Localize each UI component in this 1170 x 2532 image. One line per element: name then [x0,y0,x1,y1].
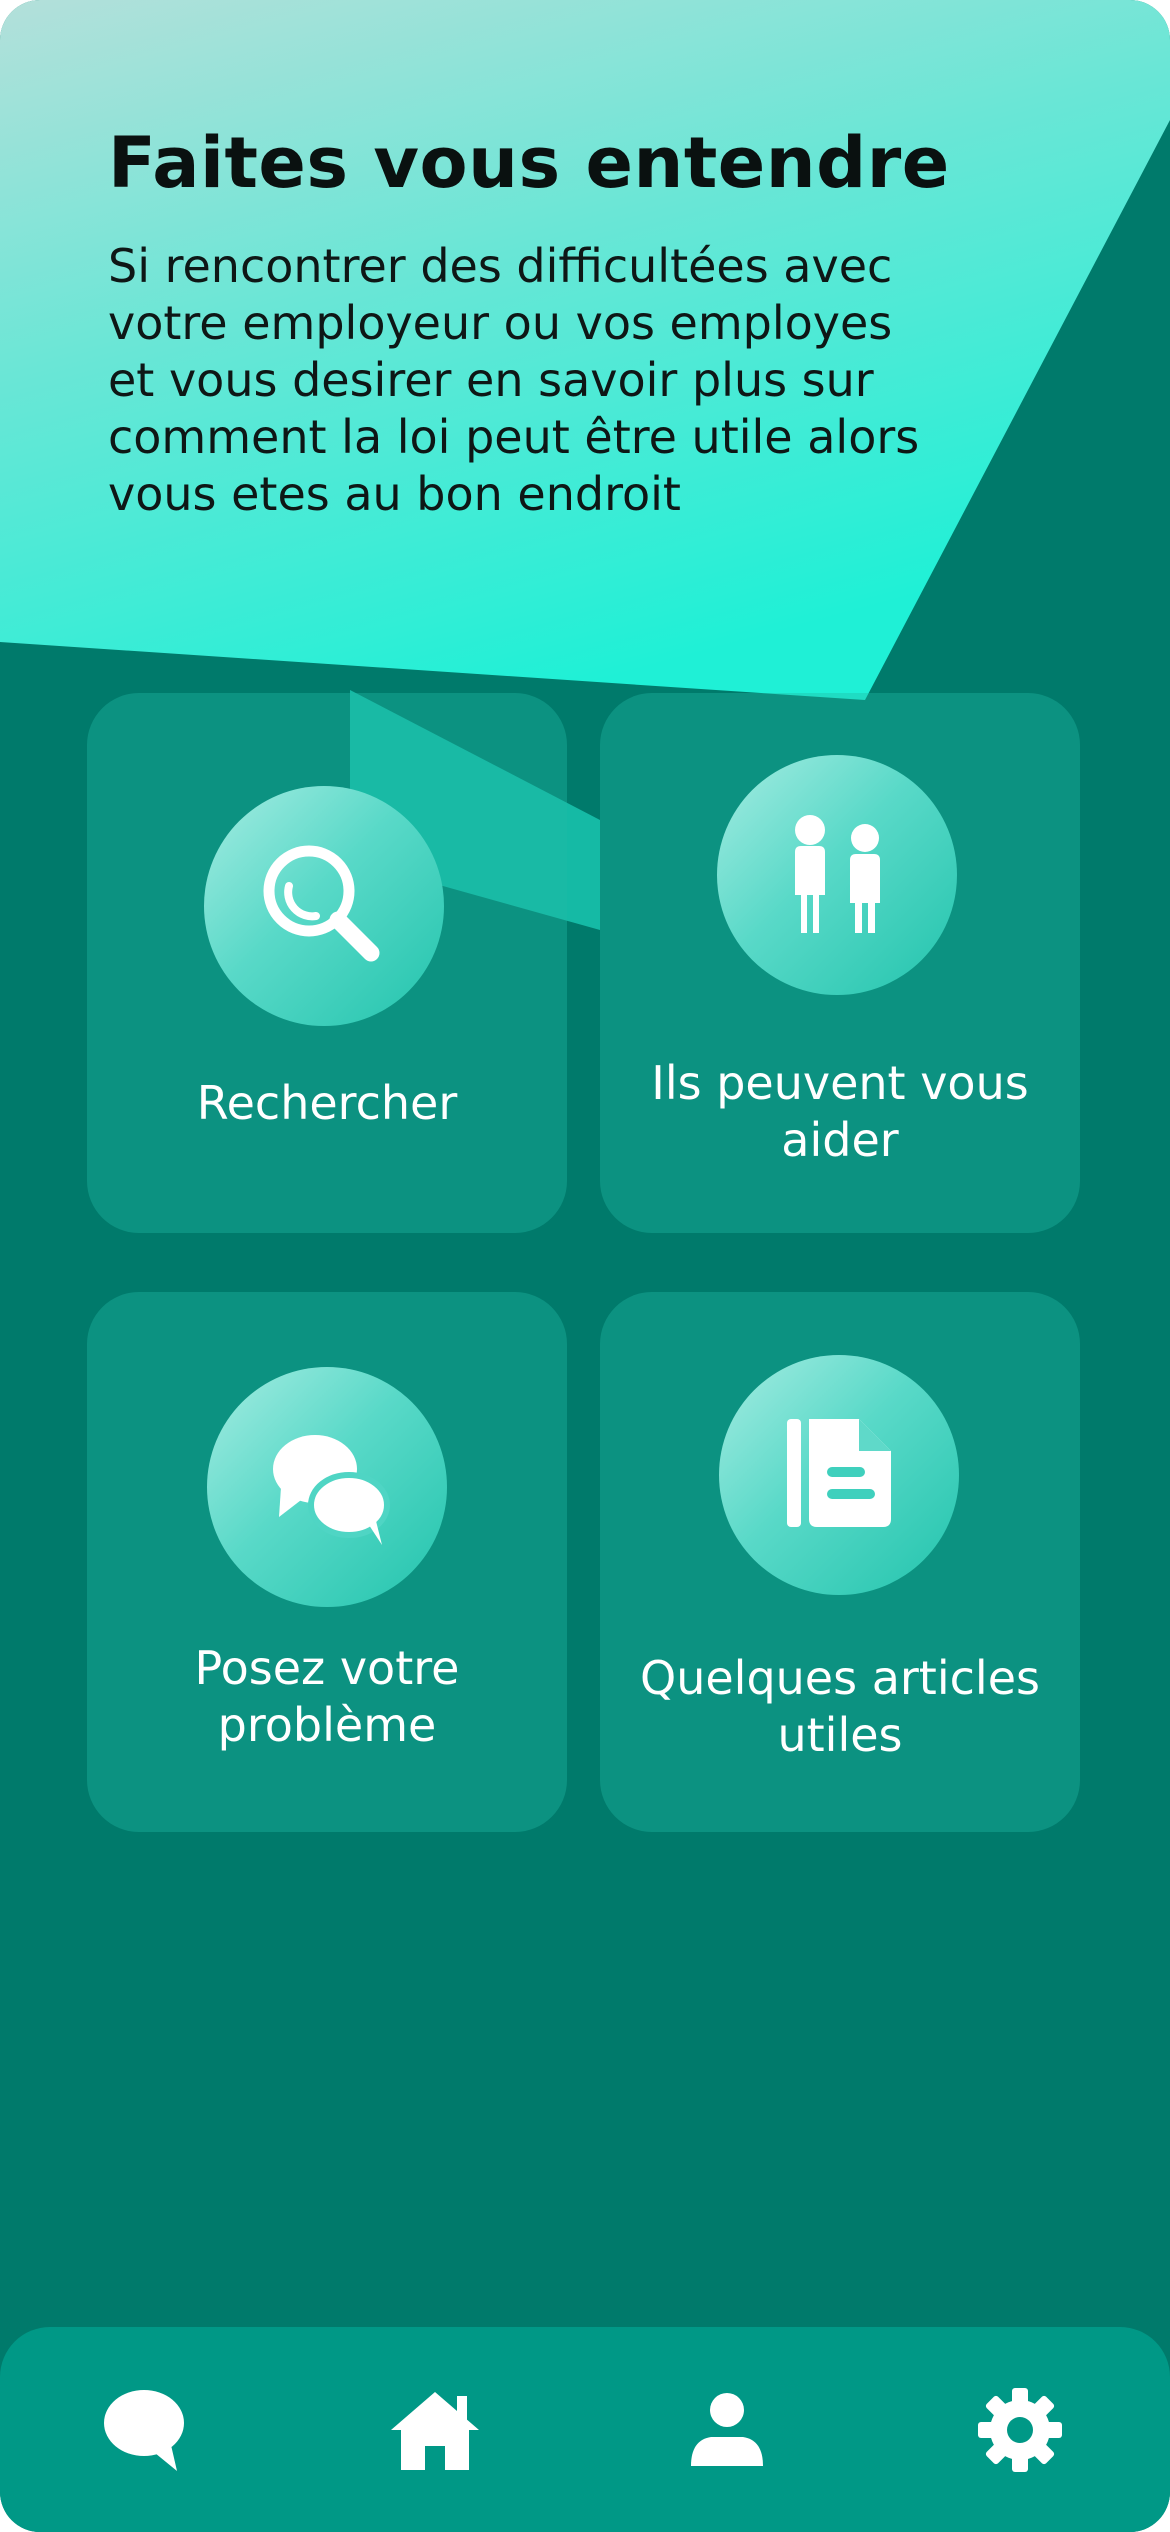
search-card[interactable]: Rechercher [87,693,567,1233]
description-line: comment la loi peut être utile alors [108,410,920,464]
search-icon-circle [204,786,444,1026]
ask-problem-card[interactable]: Posez votre problème [87,1292,567,1832]
description-line: et vous desirer en savoir plus sur [108,353,874,407]
search-card-label: Rechercher [107,1075,547,1132]
card-label-line: Ils peuvent vous [651,1056,1029,1110]
description-line: votre employeur ou vos employes [108,296,893,350]
nav-settings-button[interactable] [940,2327,1100,2532]
chat-bubbles-icon [273,1435,390,1545]
profile-icon [691,2392,763,2466]
document-icon [787,1419,891,1527]
nav-chat-button[interactable] [64,2327,224,2532]
home-icon [391,2391,479,2470]
bottom-nav-bar [0,2327,1170,2532]
articles-card[interactable]: Quelques articles utiles [600,1292,1080,1832]
settings-icon [978,2387,1062,2472]
ask-card-label: Posez votre problème [107,1640,547,1754]
description-line: Si rencontrer des difficultées avec [108,239,893,293]
nav-profile-button[interactable] [647,2327,807,2532]
articles-card-label: Quelques articles utiles [620,1650,1060,1764]
app-screen: Faites vous entendre Si rencontrer des d… [0,0,1170,2532]
card-label-line: utiles [777,1708,903,1762]
chat-icon [104,2389,184,2471]
document-icon-circle [719,1355,959,1595]
card-label-line: Rechercher [196,1076,458,1130]
description-line: vous etes au bon endroit [108,467,681,521]
card-label-line: problème [217,1698,437,1752]
page-description: Si rencontrer des difficultées avec votr… [108,238,1028,523]
helpers-card[interactable]: Ils peuvent vous aider [600,693,1080,1233]
chat-bubbles-icon-circle [207,1367,447,1607]
page-title: Faites vous entendre [108,122,950,204]
nav-home-button[interactable] [355,2327,515,2532]
card-label-line: Posez votre [194,1641,460,1695]
card-label-line: aider [781,1113,899,1167]
card-label-line: Quelques articles [640,1651,1040,1705]
helpers-card-label: Ils peuvent vous aider [620,1055,1060,1169]
people-icon-circle [717,755,957,995]
search-icon [263,845,380,962]
people-icon [795,815,880,933]
